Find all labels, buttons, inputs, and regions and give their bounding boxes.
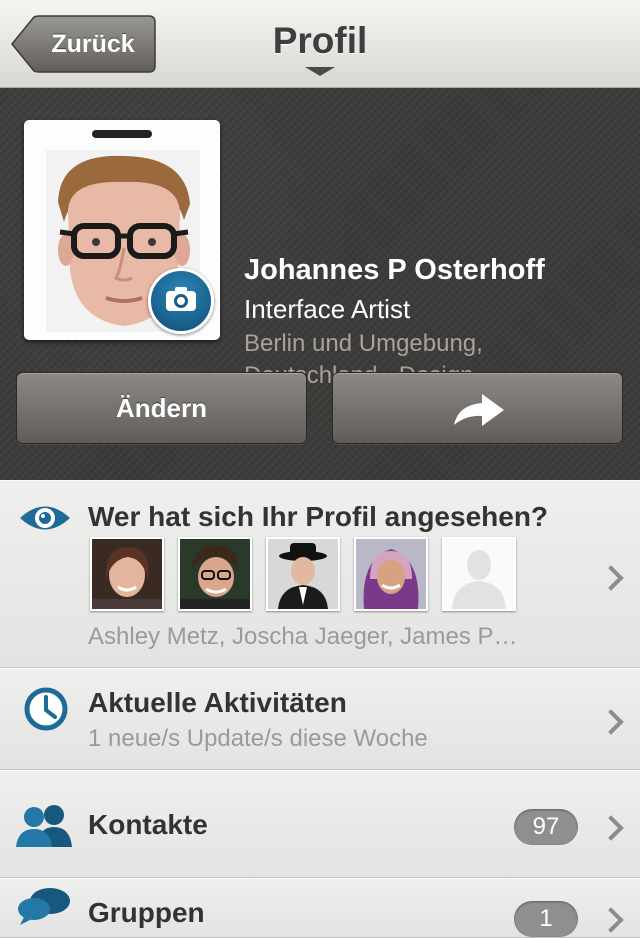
recent-activity-title: Aktuelle Aktivitäten	[88, 687, 347, 718]
camera-icon	[166, 287, 196, 311]
viewer-photo	[180, 539, 250, 609]
profile-viewers-row[interactable]: Wer hat sich Ihr Profil angesehen? Ashle…	[0, 480, 640, 668]
edit-profile-button[interactable]: Ändern	[16, 372, 307, 444]
groups-row[interactable]: Gruppen 1	[0, 878, 640, 938]
badge-slot	[92, 130, 152, 138]
contacts-row[interactable]: Kontakte 97	[0, 770, 640, 878]
chevron-right-icon	[598, 565, 624, 591]
contacts-count-badge: 97	[514, 809, 578, 845]
change-photo-button[interactable]	[148, 268, 214, 334]
groups-title: Gruppen	[88, 897, 205, 928]
title-caret-icon	[305, 67, 335, 76]
profile-photo-card[interactable]	[24, 120, 220, 340]
profile-headline: Interface Artist	[244, 294, 411, 324]
profile-location: Berlin und Umgebung,	[244, 330, 483, 357]
clock-icon	[24, 687, 68, 731]
viewer-thumbnail[interactable]	[354, 537, 428, 611]
viewer-thumbnail[interactable]	[178, 537, 252, 611]
contacts-title: Kontakte	[88, 809, 208, 840]
recent-activity-row[interactable]: Aktuelle Aktivitäten 1 neue/s Update/s d…	[0, 668, 640, 770]
chevron-right-icon	[598, 815, 624, 841]
recent-activity-subtitle: 1 neue/s Update/s diese Woche	[88, 725, 428, 752]
viewer-photo	[356, 539, 426, 609]
profile-name: Johannes P Osterhoff	[244, 254, 545, 286]
contacts-icon	[16, 805, 72, 847]
profile-viewers-title: Wer hat sich Ihr Profil angesehen?	[88, 501, 549, 532]
profile-viewers-names: Ashley Metz, Joscha Jaeger, James P…	[88, 623, 518, 650]
nav-bar: Zurück Profil	[0, 0, 640, 88]
viewer-thumbnail[interactable]	[442, 537, 516, 611]
groups-count-badge: 1	[514, 901, 578, 937]
chevron-right-icon	[598, 907, 624, 933]
chevron-right-icon	[598, 709, 624, 735]
groups-icon	[18, 888, 70, 925]
viewer-thumbnail[interactable]	[90, 537, 164, 611]
eye-icon	[20, 506, 70, 530]
viewer-photo	[268, 539, 338, 609]
viewer-photo	[92, 539, 162, 609]
share-profile-button[interactable]	[332, 372, 623, 444]
viewer-thumbnail[interactable]	[266, 537, 340, 611]
edit-profile-label: Ändern	[116, 393, 207, 423]
anonymous-avatar-icon	[444, 539, 514, 609]
share-arrow-icon	[454, 394, 504, 426]
page-title: Profil	[272, 20, 368, 61]
